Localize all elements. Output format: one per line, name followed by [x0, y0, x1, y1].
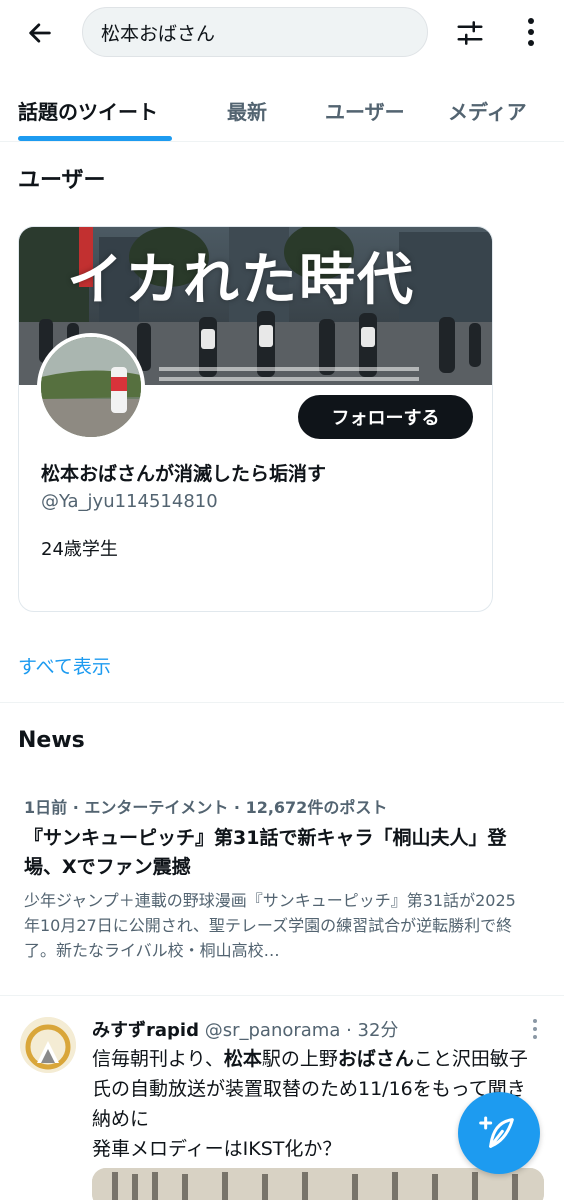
compose-button[interactable]: [458, 1092, 540, 1174]
search-input[interactable]: 松本おばさん: [82, 7, 428, 57]
active-tab-indicator: [18, 136, 172, 141]
user-card[interactable]: イカれた時代 フォローする 松本おばさんが消滅したら垢消す @Ya_jyu114…: [18, 226, 493, 612]
tweet-text-segment: 発車メロディーはIKST化か？: [92, 1138, 342, 1160]
tweet-author-name[interactable]: みすずrapid: [92, 1020, 199, 1041]
tweet-text-highlight: おばさん: [337, 1048, 414, 1070]
tweet-more-button[interactable]: [528, 1018, 542, 1040]
tweet-time: 32分: [357, 1020, 399, 1041]
section-divider: [0, 702, 564, 703]
tweet-media[interactable]: [92, 1168, 544, 1200]
tweet-text-segment: 駅の上野: [261, 1048, 338, 1070]
section-divider: [0, 995, 564, 996]
more-vertical-icon: [528, 18, 534, 46]
news-headline[interactable]: 『サンキューピッチ』第31話で新キャラ「桐山夫人」登場、Xでファン震撼: [24, 824, 524, 882]
tab-media[interactable]: メディア: [448, 96, 527, 125]
back-button[interactable]: [22, 16, 58, 50]
search-tabs: 話題のツイート 最新 ユーザー メディア: [0, 78, 564, 142]
tab-users[interactable]: ユーザー: [325, 96, 405, 125]
news-summary: 少年ジャンプ＋連載の野球漫画『サンキューピッチ』第31話が2025年10月27日…: [24, 891, 516, 960]
feather-plus-icon: [479, 1116, 514, 1148]
news-section-title: News: [18, 728, 85, 753]
tab-top[interactable]: 話題のツイート: [18, 96, 158, 125]
tweet-text-highlight: 松本: [223, 1048, 262, 1070]
search-query: 松本おばさん: [101, 22, 216, 45]
user-bio: 24歳学生: [41, 539, 118, 560]
more-options-button[interactable]: [518, 14, 544, 50]
tweet-author-handle: @sr_panorama: [204, 1020, 341, 1041]
tab-latest[interactable]: 最新: [227, 96, 267, 125]
top-bar: 松本おばさん: [0, 0, 564, 66]
user-display-name: 松本おばさんが消滅したら垢消す: [41, 463, 327, 485]
news-meta: 1日前 · エンターテイメント · 12,672件のポスト: [24, 798, 388, 817]
user-handle: @Ya_jyu114514810: [41, 491, 218, 512]
tweet-separator: ·: [340, 1020, 358, 1041]
sliders-icon: [457, 21, 483, 45]
search-filter-button[interactable]: [452, 16, 488, 50]
tweet-avatar[interactable]: [20, 1017, 76, 1073]
arrow-left-icon: [29, 23, 51, 43]
show-all-link[interactable]: すべて表示: [18, 652, 111, 679]
tweet-header: みすずrapid @sr_panorama · 32分: [92, 1016, 398, 1042]
more-vertical-icon: [533, 1019, 537, 1039]
follow-button[interactable]: フォローする: [298, 395, 473, 439]
user-avatar[interactable]: [37, 333, 145, 441]
banner-caption: イカれた時代: [67, 248, 415, 313]
tweet-text-segment: 信毎朝刊より、: [92, 1048, 224, 1070]
users-section-title: ユーザー: [18, 168, 106, 193]
